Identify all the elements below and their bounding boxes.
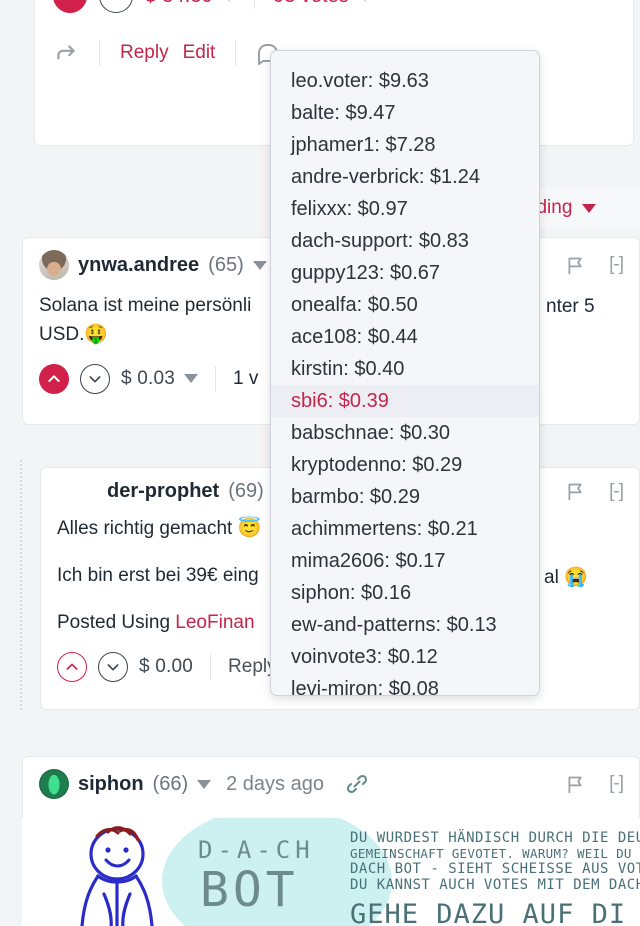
loudly-crying-emoji: 😭 (564, 567, 588, 588)
voter-row[interactable]: andre-verbrick: $1.24 (271, 161, 539, 193)
voter-row[interactable]: sbi6: $0.39 (271, 385, 539, 417)
comment-reputation: (66) (152, 772, 189, 795)
voter-row[interactable]: voinvote3: $0.12 (271, 641, 539, 673)
upvote-button[interactable] (57, 651, 87, 682)
voter-row[interactable]: levi-miron: $0.08 (271, 673, 539, 695)
divider (99, 40, 100, 66)
voter-row[interactable]: ace108: $0.44 (271, 321, 539, 353)
chevron-up-icon (61, 0, 79, 5)
fragment-text: al (544, 567, 565, 588)
comment-author[interactable]: siphon (78, 773, 144, 796)
chevron-down-icon (107, 663, 119, 671)
voter-row[interactable]: jphamer1: $7.28 (271, 129, 539, 161)
voter-row[interactable]: dach-support: $0.83 (271, 225, 539, 257)
voter-row[interactable]: barmbo: $0.29 (271, 481, 539, 513)
downvote-button[interactable] (80, 363, 110, 394)
dach-bot-banner-image: D-A-CH BOT DU WURDEST HÄNDISCH DURCH DIE… (22, 818, 640, 926)
voters-list: leo.voter: $9.63 balte: $9.47 jphamer1: $7… (271, 65, 539, 695)
leofinance-link[interactable]: LeoFinan (175, 612, 254, 633)
comment-payout-value: $ 0.00 (139, 655, 194, 677)
collapse-toggle[interactable]: [-] (609, 481, 624, 503)
comment-text-line1: Solana ist meine persönli (39, 295, 252, 316)
post-payout-value: $ 34.59 (145, 0, 213, 8)
edit-button[interactable]: Edit (183, 42, 216, 64)
chevron-down-icon (184, 374, 199, 384)
voter-row[interactable]: balte: $9.47 (271, 97, 539, 129)
voter-row[interactable]: felixxx: $0.97 (271, 193, 539, 225)
comment-text-right-fragment-2: al 😭 (544, 565, 588, 589)
innocent-emoji: 😇 (237, 518, 262, 539)
comment-text-right-fragment: nter 5 (546, 296, 595, 317)
comment-author[interactable]: ynwa.andree (78, 254, 199, 277)
post-payout[interactable]: $ 34.59 (145, 0, 237, 8)
chevron-down-icon[interactable] (197, 779, 212, 789)
voter-row[interactable]: babschnae: $0.30 (271, 417, 539, 449)
flag-icon[interactable] (565, 774, 586, 795)
banner-title: D-A-CH (198, 836, 315, 864)
banner-line-2: GEMEINSCHAFT GEVOTET. WARUM? WEIL DU EIN… (350, 846, 640, 861)
chain-link-icon[interactable] (345, 772, 369, 796)
flag-icon[interactable] (565, 255, 586, 276)
divider (254, 0, 256, 9)
voter-row[interactable]: leo.voter: $9.63 (271, 65, 539, 97)
avatar-siphon[interactable] (39, 769, 69, 799)
banner-line-4: DU KANNST AUCH VOTES MIT DEM DACH BO (350, 877, 640, 893)
voter-row[interactable]: kryptodenno: $0.29 (271, 449, 539, 481)
banner-line-5: GEHE DAZU AUF DI (350, 899, 627, 926)
voter-row[interactable]: onealfa: $0.50 (271, 289, 539, 321)
comment-author[interactable]: der-prophet (107, 480, 219, 503)
chevron-down-icon[interactable] (252, 260, 267, 270)
chevron-down-icon (222, 0, 237, 1)
comment-text-line2: USD. (39, 323, 85, 345)
banner-subtitle: BOT (200, 862, 299, 918)
downvote-button[interactable] (98, 651, 128, 682)
post-votes-value: 93 votes (273, 0, 349, 8)
divider (210, 653, 212, 680)
share-arrow-icon[interactable] (53, 40, 79, 66)
banner-text-block: DU WURDEST HÄNDISCH DURCH DIE DEUTSCHE G… (350, 830, 640, 926)
voter-row[interactable]: achimmertens: $0.21 (271, 513, 539, 545)
chevron-up-icon (48, 375, 60, 382)
money-mouth-emoji: 🤑 (84, 323, 109, 345)
post-vote-row: $ 34.59 93 votes (35, 0, 633, 25)
chevron-down-icon (357, 0, 372, 1)
voter-row[interactable]: kirstin: $0.40 (271, 353, 539, 385)
chevron-down-icon (582, 203, 597, 213)
divider (215, 365, 217, 392)
voter-row[interactable]: ew-and-patterns: $0.13 (271, 609, 539, 641)
comment-payout[interactable]: $ 0.00 (139, 656, 193, 678)
collapse-toggle[interactable]: [-] (609, 773, 624, 795)
voters-tooltip: leo.voter: $9.63 balte: $9.47 jphamer1: $7… (270, 50, 540, 696)
voter-row[interactable]: mima2606: $0.17 (271, 545, 539, 577)
comment-votes-value[interactable]: 1 v (233, 368, 258, 390)
banner-line-3: DACH BOT - SIEHT SCHEISSE AUS VOTET (350, 861, 640, 877)
thread-guide-line (20, 460, 22, 710)
collapse-toggle[interactable]: [-] (609, 254, 624, 276)
chevron-up-icon (66, 663, 78, 670)
post-votes[interactable]: 93 votes (273, 0, 372, 8)
comment-timestamp[interactable]: 2 days ago (226, 773, 324, 796)
voter-row[interactable]: guppy123: $0.67 (271, 257, 539, 289)
comment-payout[interactable]: $ 0.03 (121, 367, 199, 390)
stick-figure-drawing (80, 826, 154, 926)
voter-row[interactable]: siphon: $0.16 (271, 577, 539, 609)
comment-header: siphon (66) 2 days ago [-] (23, 757, 639, 807)
chevron-down-icon (89, 375, 101, 383)
downvote-button[interactable] (99, 0, 133, 13)
comment-payout-value: $ 0.03 (121, 367, 176, 389)
upvote-button[interactable] (53, 0, 87, 13)
avatar-ynwa-andree[interactable] (39, 250, 69, 280)
comment-text: Alles richtig gemacht (57, 518, 238, 539)
banner-line-1: DU WURDEST HÄNDISCH DURCH DIE DEUTSCHE (350, 830, 640, 846)
comment-reputation: (69) (228, 480, 264, 502)
reply-button[interactable]: Reply (120, 42, 169, 64)
posted-using-label: Posted Using (57, 611, 176, 633)
flag-icon[interactable] (565, 481, 586, 502)
chevron-down-icon (107, 0, 125, 5)
upvote-button[interactable] (39, 363, 69, 394)
divider (235, 40, 237, 66)
comment-reputation: (65) (208, 253, 244, 276)
